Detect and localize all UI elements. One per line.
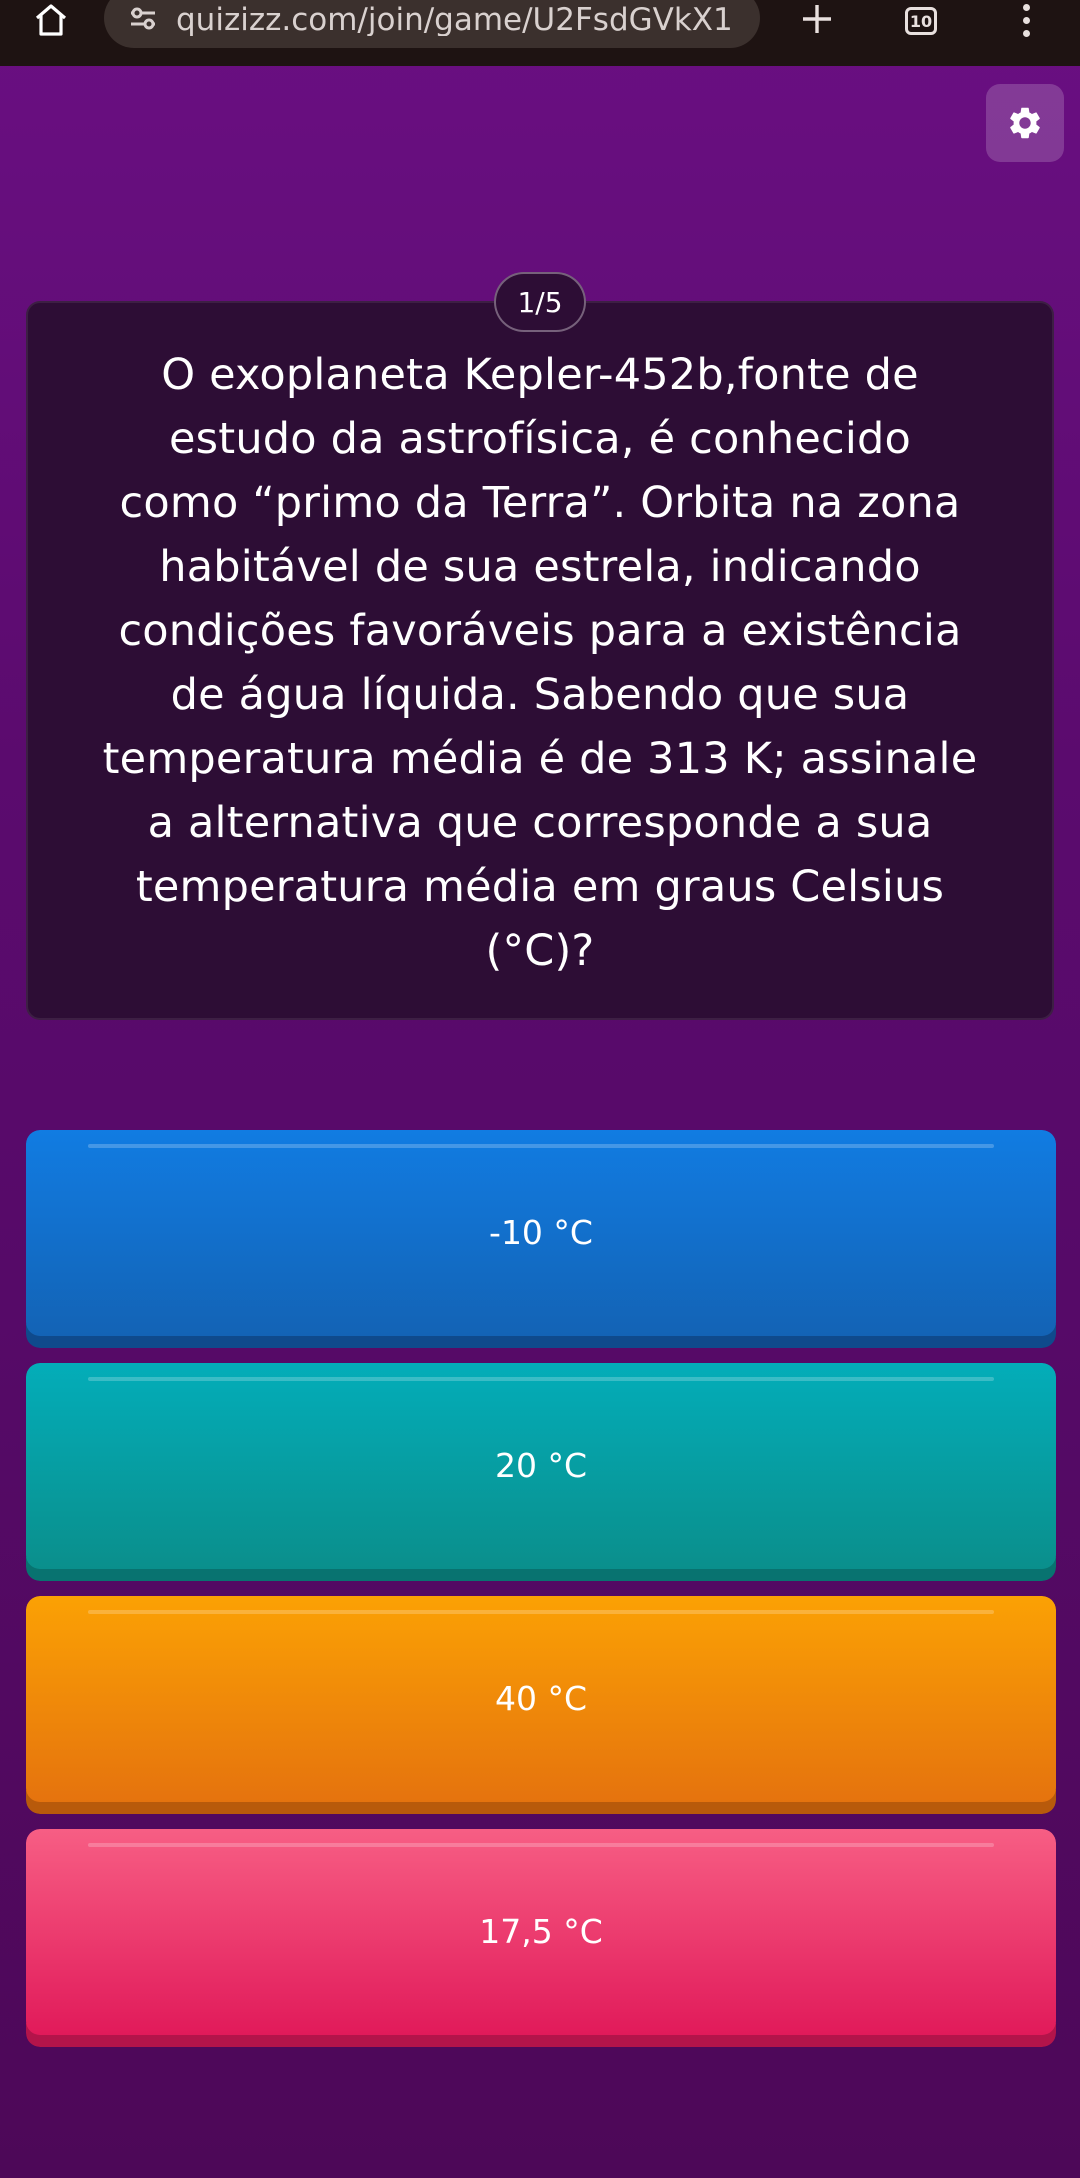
answer-option-highlight xyxy=(87,1843,995,1847)
browser-toolbar: quizizz.com/join/game/U2FsdGVkX1 10 xyxy=(0,0,1080,66)
answer-option-face[interactable]: 17,5 °C xyxy=(26,1829,1056,2035)
answer-option-face[interactable]: 20 °C xyxy=(26,1363,1056,1569)
address-bar[interactable]: quizizz.com/join/game/U2FsdGVkX1 xyxy=(104,0,760,48)
gear-icon xyxy=(1010,107,1040,139)
tab-switcher-button[interactable]: 10 xyxy=(898,0,944,40)
home-button[interactable] xyxy=(28,0,74,40)
question-card: O exoplaneta Kepler-452b,fonte de estudo… xyxy=(26,301,1054,1020)
answer-option-highlight xyxy=(87,1377,995,1381)
answer-option-2[interactable]: 20 °C xyxy=(26,1363,1056,1581)
tab-count: 10 xyxy=(905,7,937,35)
tune-icon[interactable] xyxy=(126,1,160,35)
new-tab-button[interactable] xyxy=(792,0,842,44)
more-vert-icon[interactable] xyxy=(1006,0,1046,42)
home-icon xyxy=(35,4,67,36)
answer-option-face[interactable]: 40 °C xyxy=(26,1596,1056,1802)
answer-option-4[interactable]: 17,5 °C xyxy=(26,1829,1056,2047)
url-text: quizizz.com/join/game/U2FsdGVkX1 xyxy=(176,4,733,36)
answer-option-label: -10 °C xyxy=(489,1212,593,1252)
answer-option-label: 20 °C xyxy=(494,1445,588,1485)
settings-button[interactable] xyxy=(986,84,1064,162)
answer-option-face[interactable]: -10 °C xyxy=(26,1130,1056,1336)
answer-option-3[interactable]: 40 °C xyxy=(26,1596,1056,1814)
answer-option-highlight xyxy=(87,1144,995,1148)
question-counter: 1/5 xyxy=(494,272,586,332)
answer-option-label: 40 °C xyxy=(494,1678,588,1718)
answer-option-highlight xyxy=(87,1610,995,1614)
question-text: O exoplaneta Kepler-452b,fonte de estudo… xyxy=(102,349,978,976)
answer-option-label: 17,5 °C xyxy=(479,1911,603,1951)
plus-icon xyxy=(803,5,831,33)
answer-option-1[interactable]: -10 °C xyxy=(26,1130,1056,1348)
